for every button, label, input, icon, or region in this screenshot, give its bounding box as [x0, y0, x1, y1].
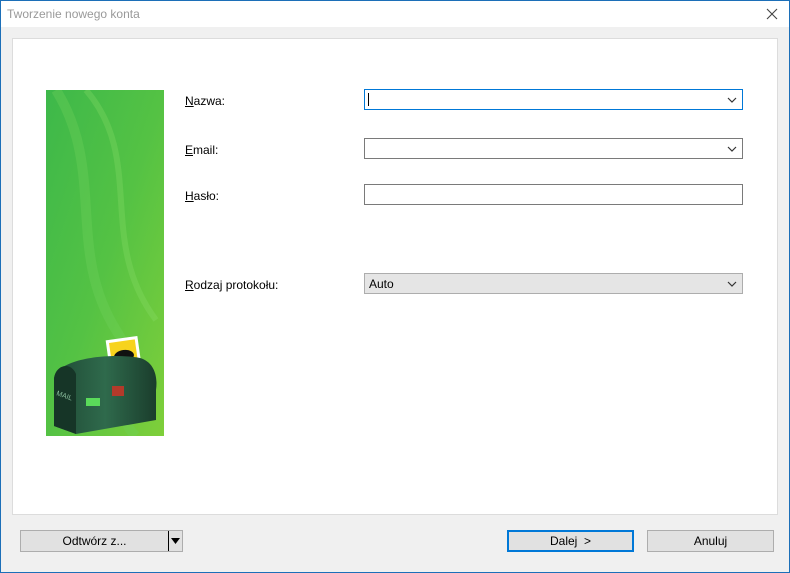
protocol-select[interactable]: Auto	[364, 273, 743, 294]
email-label: Email:	[185, 143, 218, 157]
email-label-text: mail:	[193, 143, 219, 157]
chevron-down-icon[interactable]	[725, 93, 739, 107]
content-panel: MAIL Nazwa: Email: Hasło: Rodzaj protoko…	[12, 38, 778, 515]
password-label: Hasło:	[185, 189, 219, 203]
split-dropdown-arrow[interactable]	[168, 531, 182, 551]
open-from-label: Odtwórz z...	[62, 534, 127, 548]
chevron-down-icon[interactable]	[725, 142, 739, 156]
protocol-value: Auto	[369, 277, 394, 291]
email-combobox[interactable]	[364, 138, 743, 159]
split-dropdown-arrow-icon	[171, 538, 180, 544]
password-label-text: asło:	[193, 189, 220, 203]
protocol-label-accelerator: R	[185, 278, 194, 292]
window-title: Tworzenie nowego konta	[7, 7, 140, 21]
protocol-label: Rodzaj protokołu:	[185, 278, 278, 292]
text-caret	[368, 93, 369, 106]
password-field[interactable]	[364, 184, 743, 205]
name-label-text: azwa:	[193, 94, 226, 108]
email-label-accelerator: E	[185, 143, 194, 157]
open-from-split-button[interactable]: Odtwórz z...	[20, 530, 183, 552]
next-button-label: Dalej >	[549, 534, 592, 548]
dialog-window: Tworzenie nowego konta MAIL Nazwa: Email…	[0, 0, 790, 573]
password-label-accelerator: H	[185, 189, 194, 203]
next-button[interactable]: Dalej >	[507, 530, 634, 552]
cancel-button[interactable]: Anuluj	[647, 530, 774, 552]
cancel-button-label: Anuluj	[693, 534, 728, 548]
mailbox-banner-image: MAIL	[46, 90, 164, 436]
close-icon	[766, 8, 778, 20]
name-combobox[interactable]	[364, 89, 743, 110]
name-label: Nazwa:	[185, 94, 225, 108]
close-button[interactable]	[761, 4, 783, 24]
name-label-accelerator: N	[185, 94, 194, 108]
title-bar: Tworzenie nowego konta	[1, 1, 789, 27]
chevron-down-icon[interactable]	[725, 277, 739, 291]
protocol-label-text: odzaj protokołu:	[193, 278, 279, 292]
